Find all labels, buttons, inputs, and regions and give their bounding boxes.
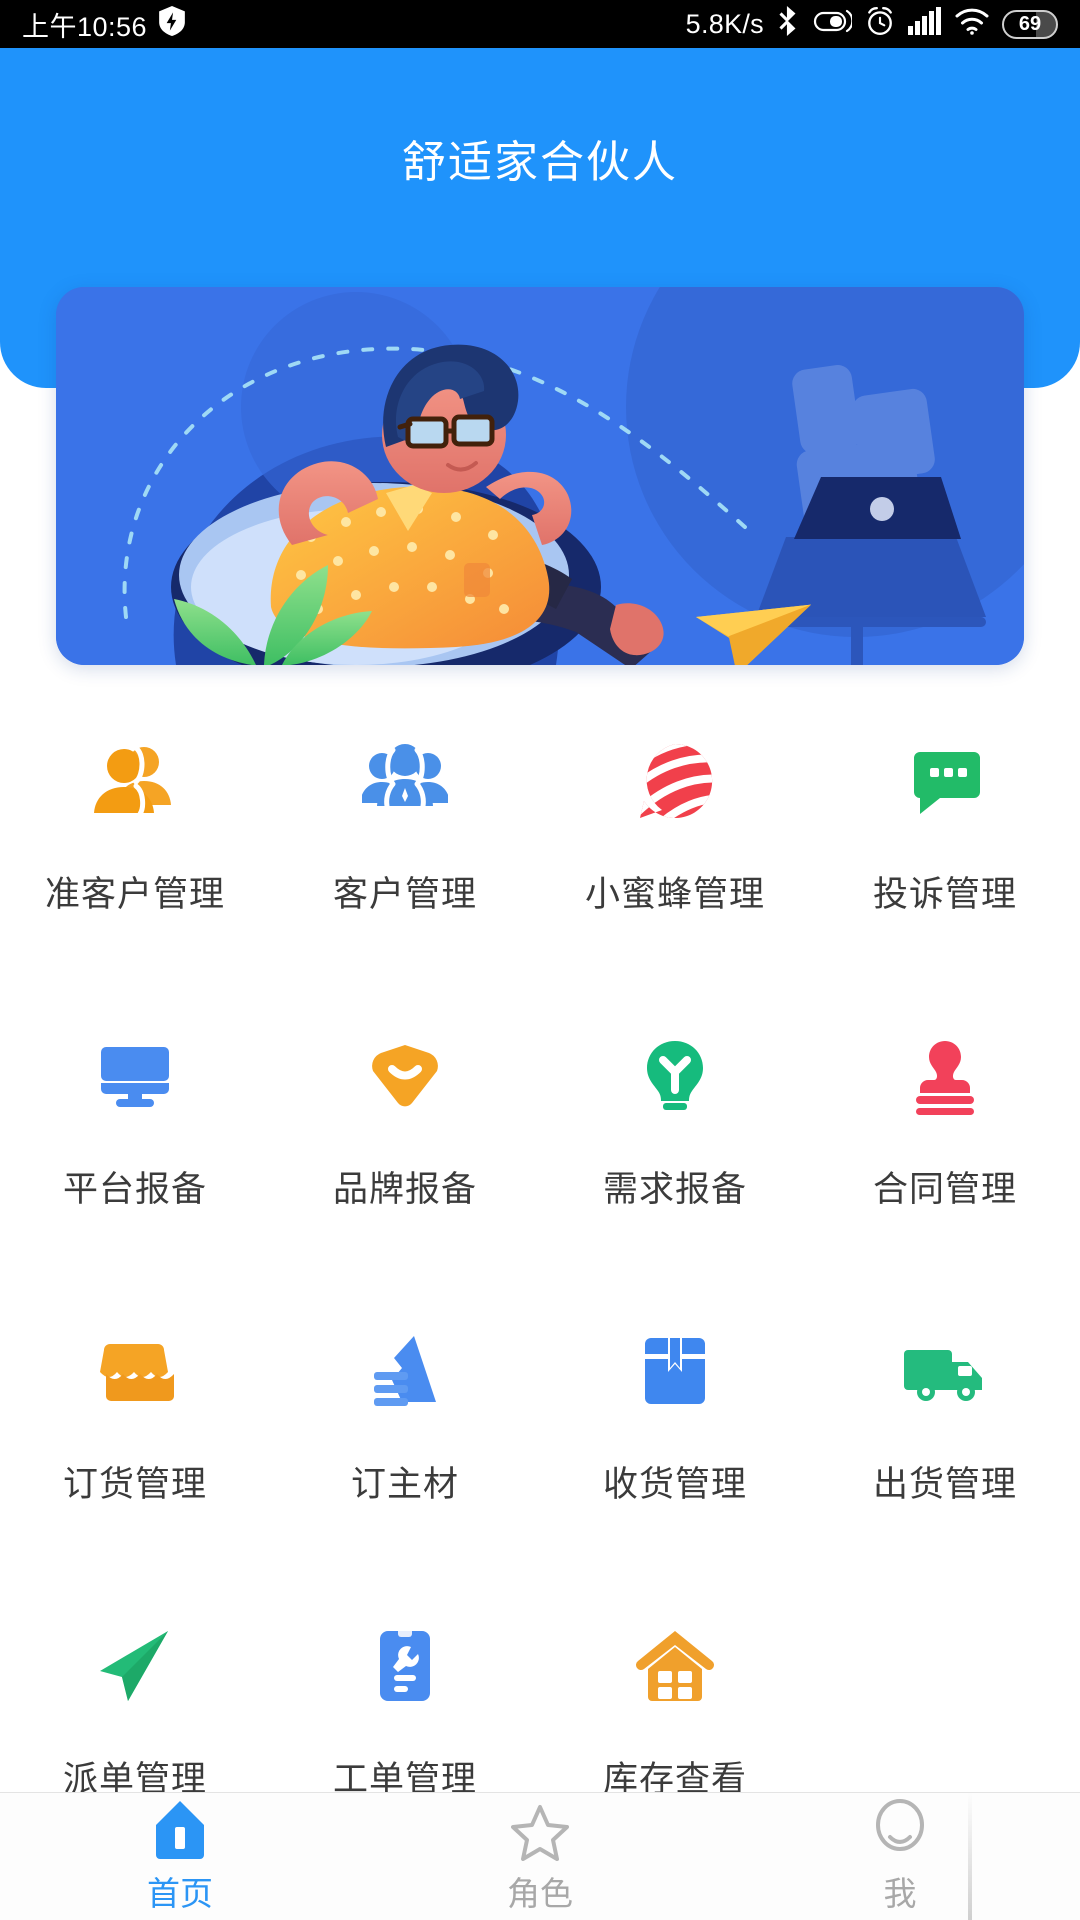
grid-item-contract-management[interactable]: 合同管理 <box>810 1005 1080 1300</box>
network-speed: 5.8K/s <box>685 8 764 39</box>
grid-item-customer-management[interactable]: 客户管理 <box>270 710 540 1005</box>
grid-item-brand-filing[interactable]: 品牌报备 <box>270 1005 540 1300</box>
page-title: 舒适家合伙人 <box>402 138 678 187</box>
status-bar: 上午10:56 5.8K/s 69 <box>0 0 1080 48</box>
paper-plane-icon <box>92 1623 178 1709</box>
phone-wrench-icon <box>362 1623 448 1709</box>
banner-illustration <box>56 287 1024 665</box>
chat-bubble-icon <box>902 738 988 824</box>
tab-home[interactable]: 首页 <box>0 1793 360 1920</box>
house-icon <box>632 1623 718 1709</box>
delivery-truck-icon <box>902 1328 988 1414</box>
grid-item-label: 收货管理 <box>602 1465 747 1504</box>
grid-item-complaint-management[interactable]: 投诉管理 <box>810 710 1080 1005</box>
lightbulb-icon <box>632 1033 718 1119</box>
grid-item-label: 合同管理 <box>872 1170 1017 1209</box>
person-icon <box>871 1798 929 1861</box>
package-box-icon <box>632 1328 718 1414</box>
status-bar-left: 上午10:56 <box>22 5 185 44</box>
people-group-icon <box>362 738 448 824</box>
stamp-icon <box>902 1033 988 1119</box>
grid-item-label: 准客户管理 <box>44 875 225 914</box>
bottom-navigation: 首页 角色 我 <box>0 1792 1080 1920</box>
grid-item-label: 投诉管理 <box>872 875 1017 914</box>
grid-item-label: 出货管理 <box>872 1465 1017 1504</box>
function-grid: 准客户管理 客户管理 小蜜蜂管理 投诉管理 平台报备 品牌报备 需求报备 合同管… <box>0 710 1080 1890</box>
shop-awning-icon <box>92 1328 178 1414</box>
wifi-icon <box>955 7 989 42</box>
status-time: 上午10:56 <box>22 11 148 42</box>
material-flag-icon <box>362 1328 448 1414</box>
star-icon <box>511 1799 569 1861</box>
grid-item-label: 品牌报备 <box>332 1170 477 1209</box>
two-people-icon <box>92 738 178 824</box>
hero-illustration-banner[interactable] <box>56 287 1024 665</box>
monitor-icon <box>92 1033 178 1119</box>
tab-label: 角色 <box>507 1874 573 1912</box>
grid-item-label: 客户管理 <box>332 875 477 914</box>
alarm-clock-icon <box>865 6 895 43</box>
grid-item-label: 需求报备 <box>602 1170 747 1209</box>
battery-level: 69 <box>1018 12 1042 35</box>
grid-item-demand-filing[interactable]: 需求报备 <box>540 1005 810 1300</box>
grid-item-order-management[interactable]: 订货管理 <box>0 1300 270 1595</box>
grid-item-prospect-management[interactable]: 准客户管理 <box>0 710 270 1005</box>
shield-chevron-icon <box>362 1033 448 1119</box>
grid-item-receiving-management[interactable]: 收货管理 <box>540 1300 810 1595</box>
shield-icon <box>159 5 185 43</box>
grid-item-shipping-management[interactable]: 出货管理 <box>810 1300 1080 1595</box>
grid-item-label: 平台报备 <box>62 1170 207 1209</box>
grid-item-platform-filing[interactable]: 平台报备 <box>0 1005 270 1300</box>
cellular-signal-icon <box>908 6 942 42</box>
tab-role[interactable]: 角色 <box>360 1793 720 1920</box>
tab-label: 首页 <box>147 1874 213 1912</box>
bluetooth-icon <box>777 5 799 43</box>
gesture-indicator <box>968 1792 972 1920</box>
grid-item-material-order[interactable]: 订主材 <box>270 1300 540 1595</box>
tab-profile[interactable]: 我 <box>720 1793 1080 1920</box>
do-not-disturb-icon <box>812 7 854 42</box>
home-icon <box>152 1799 208 1861</box>
striped-bee-icon <box>632 738 718 824</box>
grid-item-label: 订货管理 <box>62 1465 207 1504</box>
battery-indicator: 69 <box>1002 9 1058 39</box>
grid-item-label: 订主材 <box>350 1465 459 1504</box>
grid-item-label: 小蜜蜂管理 <box>584 875 765 914</box>
grid-item-beeapp-management[interactable]: 小蜜蜂管理 <box>540 710 810 1005</box>
status-bar-right: 5.8K/s 69 <box>685 5 1058 43</box>
tab-label: 我 <box>883 1874 917 1912</box>
